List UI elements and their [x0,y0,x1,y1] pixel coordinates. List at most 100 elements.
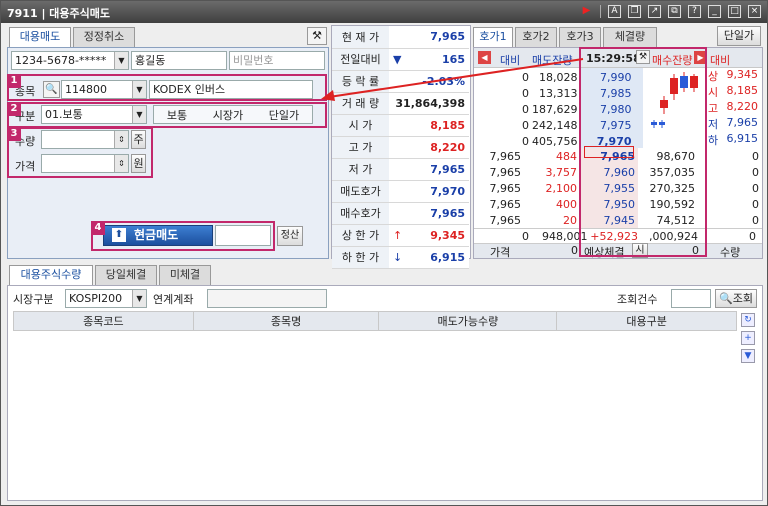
tab-orderbook-3[interactable]: 호가3 [559,27,601,47]
price-row: 상 한 가 ↑ 9,345 [332,224,469,247]
summary-diff2: 0 [749,230,756,243]
close-icon[interactable]: × [748,5,761,18]
password-field[interactable]: 비밀번호 [229,51,325,70]
info-row: 하 6,915 [704,132,762,148]
window-title: 7911 | 대용주식매도 [7,7,111,20]
col-stock-code: 종목코드 [13,311,194,331]
step-badge: 4 [91,221,105,235]
title-bar: 7911 | 대용주식매도 ▶ A ❐ ↗ ⧉ ? _ □ × [1,1,767,23]
info-value: 8,185 [726,84,759,97]
info-key: 상 [708,70,719,83]
current-price-box [584,146,634,158]
ask-qty: 242,148 [532,118,578,132]
price-key: 매수호가 [332,202,389,225]
scroll-down-icon[interactable]: ▼ [741,349,755,363]
info-row: 고 8,220 [704,100,762,116]
account-select[interactable]: 1234-5678-***** ▼ [11,51,129,70]
price-row: 고 가 8,220 [332,136,469,159]
footer-price-value: 0 [571,244,578,257]
play-icon[interactable]: ▶ [580,5,593,18]
diff2-header: 대비 [710,54,731,67]
info-value: 9,345 [726,68,759,81]
price-value: ↑ 9,345 [389,224,469,247]
info-key: 저 [708,118,719,131]
ask-diff: 0 [522,134,529,148]
price-row: 하 한 가 ↓ 6,915 [332,246,469,269]
bid-diff2: 0 [752,149,759,163]
bid-diff: 400 [556,197,577,211]
count-label: 조회건수 [617,293,658,306]
account-name: 홍길동 [131,51,227,70]
price-value: 8,185 [389,114,469,137]
bid-diff2: 0 [752,197,759,211]
info-row: 시 8,185 [704,84,762,100]
info-row: 저 7,965 [704,116,762,132]
ask-diff: 0 [522,118,529,132]
bid-prev: 7,965 [489,149,522,163]
price-value: 7,965 [389,202,469,225]
bid-diff: 484 [556,149,577,163]
price-key: 하 한 가 [332,246,389,269]
bid-diff2: 0 [752,181,759,195]
calc-button[interactable]: 정산 [277,226,303,246]
tab-orderbook-1[interactable]: 호가1 [473,27,513,47]
chevron-down-icon: ▼ [132,290,146,307]
bid-diff: 3,757 [545,165,578,179]
footer-qty-label: 수량 [720,246,741,259]
tab-sell[interactable]: 대용매도 [9,27,71,47]
cascade-icon[interactable]: ⧉ [668,5,681,18]
step1-box [7,74,327,101]
minimize-icon[interactable]: _ [708,5,721,18]
step-badge: 3 [7,127,21,141]
maximize-icon[interactable]: □ [728,5,741,18]
linked-account-field[interactable] [207,289,327,308]
footer-price-label: 가격 [490,246,511,259]
price-row: 매도호가 7,970 [332,180,469,203]
tab-volume[interactable]: 체결량 [603,27,657,47]
link-icon[interactable]: ↗ [648,5,661,18]
chevron-down-icon: ▼ [114,52,128,69]
step3-box [7,127,153,178]
price-value: ↓ 6,915 [389,246,469,269]
single-price-button[interactable]: 단일가 [717,26,761,46]
tab-today-trades[interactable]: 당일체결 [95,265,157,285]
restore-icon[interactable]: ❐ [628,5,641,18]
price-value: 7,970 [389,180,469,203]
direction-icon: ↓ [393,250,403,264]
price-key: 고 가 [332,136,389,159]
info-row: 상 9,345 [704,68,762,84]
query-button[interactable]: 🔍조회 [715,289,757,308]
col-stock-name: 종목명 [192,311,380,331]
price-key: 시 가 [332,114,389,137]
font-icon[interactable]: A [608,5,621,18]
tab-pending[interactable]: 미체결 [159,265,211,285]
tab-orderbook-2[interactable]: 호가2 [515,27,557,47]
price-info-side: 상 9,345 시 8,185 고 8,220 저 7,965 하 6,915 [704,68,762,148]
bid-prev: 7,965 [489,213,522,227]
info-value: 7,965 [726,116,759,129]
help-icon[interactable]: ? [688,5,701,18]
info-key: 고 [708,102,719,115]
tab-stock-qty[interactable]: 대용주식수량 [9,265,93,285]
price-value: 7,965 [389,158,469,181]
summary-diff: 0 [522,230,529,243]
step-badge: 1 [7,74,21,88]
step-badge: 2 [7,102,21,116]
refresh-icon[interactable]: ↻ [741,313,755,327]
step2-box [7,102,327,128]
market-select[interactable]: KOSPI200 ▼ [65,289,147,308]
step4-box [91,221,275,251]
bid-diff: 20 [563,213,577,227]
bid-prev: 7,965 [489,181,522,195]
add-icon[interactable]: + [741,331,755,345]
linked-account-label: 연계계좌 [153,293,194,306]
market-label: 시장구분 [13,293,54,306]
col-collateral-type: 대용구분 [556,311,737,331]
ask-total: 948,001 [542,230,588,243]
tool-icon[interactable]: ⚒ [307,27,327,45]
tab-modify-cancel[interactable]: 정정취소 [73,27,135,47]
ask-qty: 405,756 [532,134,578,148]
count-input[interactable] [671,289,711,308]
price-row: 시 가 8,185 [332,114,469,137]
arrow-annotation [321,58,584,101]
